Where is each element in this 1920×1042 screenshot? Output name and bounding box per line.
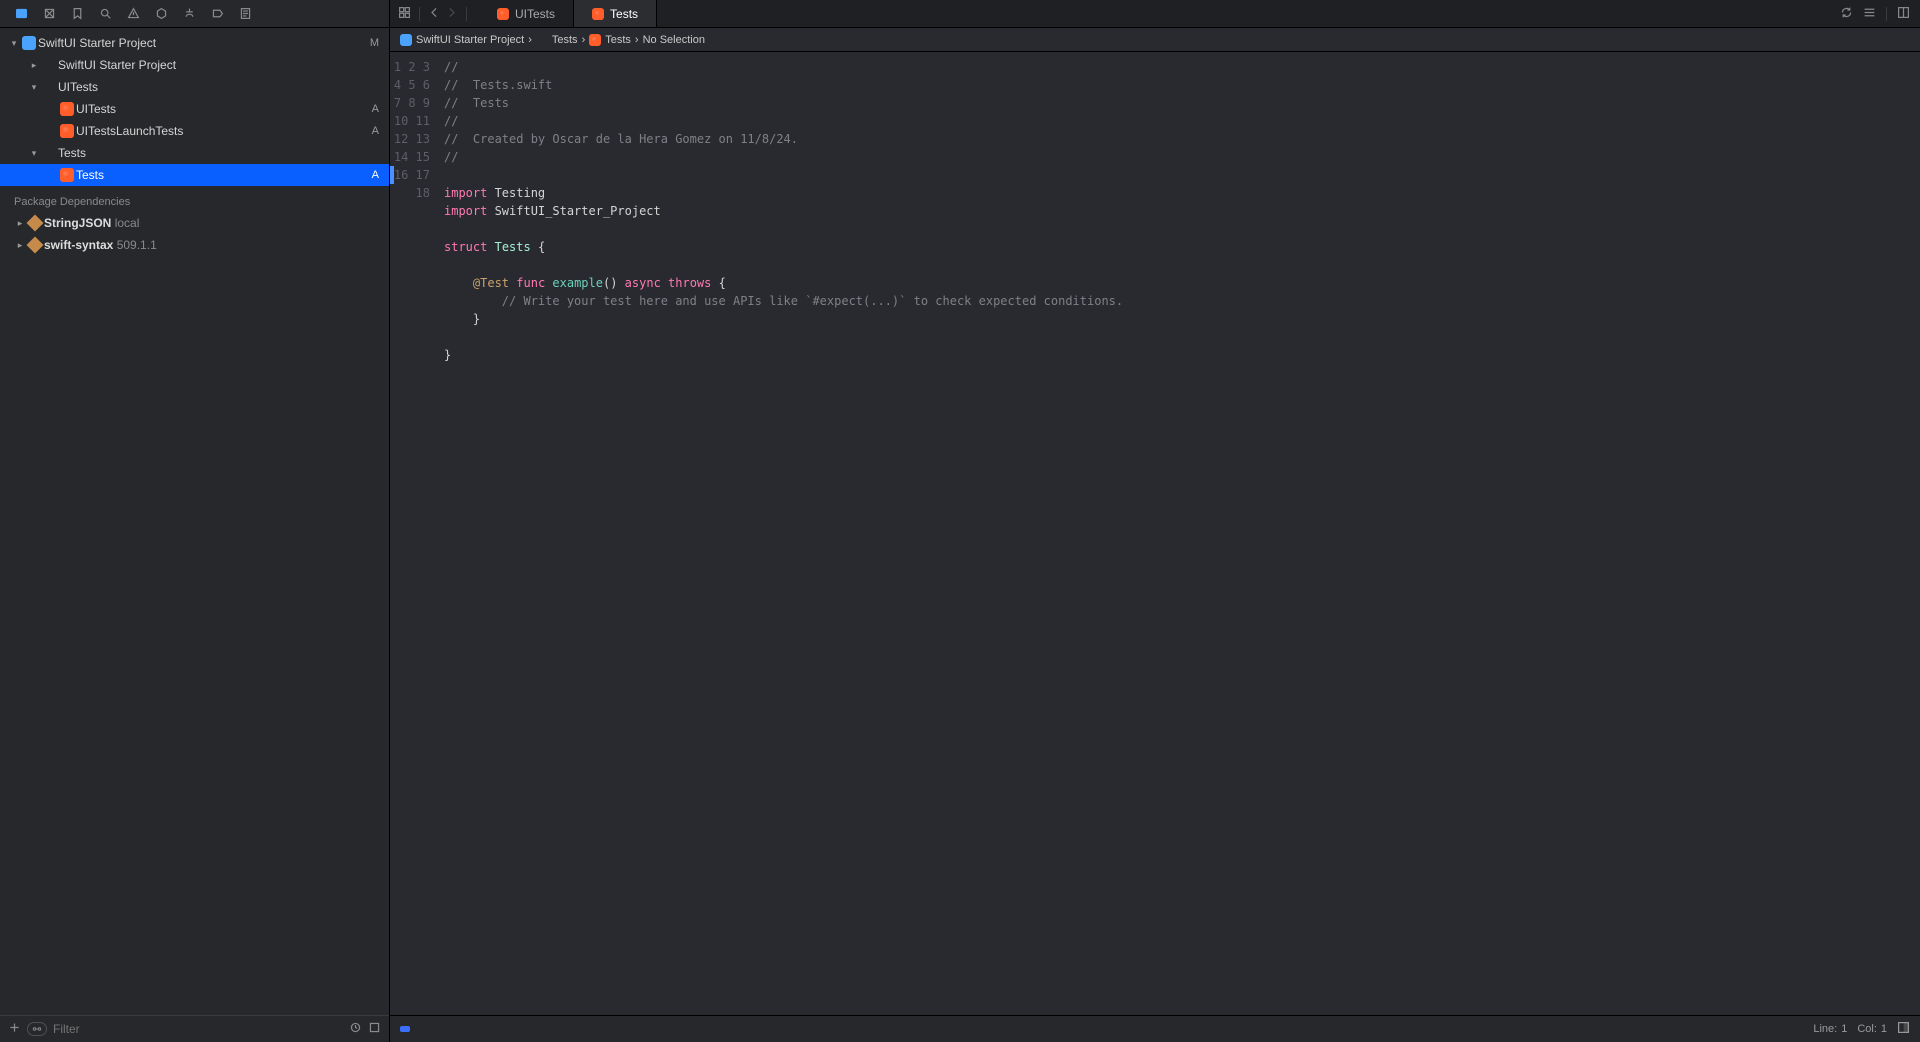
cursor-col-value: 1 bbox=[1881, 1023, 1887, 1035]
related-items-icon[interactable] bbox=[398, 6, 411, 22]
swift-file-icon bbox=[60, 124, 74, 138]
refresh-icon[interactable] bbox=[1840, 6, 1853, 22]
folder-row[interactable]: ▾ UITests bbox=[0, 76, 389, 98]
swift-file-icon bbox=[60, 168, 74, 182]
source-editor[interactable]: 1 2 3 4 5 6 7 8 9 10 11 12 13 14 15 16 1… bbox=[390, 52, 1920, 1015]
breadcrumb-item[interactable]: Tests bbox=[536, 34, 578, 46]
file-row[interactable]: UITests A bbox=[0, 98, 389, 120]
breadcrumb-item[interactable]: Tests bbox=[589, 34, 631, 46]
current-line-marker bbox=[390, 166, 394, 184]
folder-row[interactable]: ▾ Tests bbox=[0, 142, 389, 164]
swift-file-icon bbox=[592, 8, 604, 20]
navigator-sidebar: ▾ SwiftUI Starter Project M ▸ SwiftUI Starte… bbox=[0, 0, 390, 1042]
navigator-selector-bar bbox=[0, 0, 389, 28]
filter-input[interactable] bbox=[53, 1022, 343, 1036]
jump-bar[interactable]: SwiftUI Starter Project › Tests › Tests › No S… bbox=[390, 28, 1920, 52]
scm-filter-icon[interactable] bbox=[27, 1022, 47, 1036]
line-number-gutter: 1 2 3 4 5 6 7 8 9 10 11 12 13 14 15 16 1… bbox=[390, 52, 438, 1015]
package-icon bbox=[27, 215, 44, 232]
tab-bar: UITests Tests bbox=[390, 0, 1920, 28]
breadcrumb-label: No Selection bbox=[643, 34, 705, 46]
tree-item-label: UITestsLaunchTests bbox=[76, 124, 366, 138]
file-row[interactable]: Tests A bbox=[0, 164, 389, 186]
disclosure-icon[interactable]: ▾ bbox=[8, 38, 20, 49]
minimap-toggle-icon[interactable] bbox=[1897, 1021, 1910, 1037]
package-label: swift-syntax 509.1.1 bbox=[44, 238, 379, 252]
file-row[interactable]: UITestsLaunchTests A bbox=[0, 120, 389, 142]
editor-tab[interactable]: Tests bbox=[574, 0, 657, 27]
add-icon[interactable] bbox=[8, 1021, 21, 1037]
package-dependencies-header: Package Dependencies bbox=[0, 186, 389, 212]
chevron-right-icon: › bbox=[528, 34, 532, 46]
add-editor-icon[interactable] bbox=[1897, 6, 1910, 22]
bookmark-navigator-icon[interactable] bbox=[70, 7, 84, 21]
cursor-col-label: Col: bbox=[1857, 1023, 1877, 1035]
folder-icon bbox=[536, 35, 548, 45]
cursor-line-label: Line: bbox=[1813, 1023, 1837, 1035]
navigator-filter-bar bbox=[0, 1015, 389, 1042]
square-filter-icon[interactable] bbox=[368, 1021, 381, 1037]
folder-icon bbox=[42, 60, 56, 71]
breakpoint-navigator-icon[interactable] bbox=[210, 7, 224, 21]
folder-icon bbox=[42, 82, 56, 93]
issue-navigator-icon[interactable] bbox=[126, 7, 140, 21]
project-navigator-tree[interactable]: ▾ SwiftUI Starter Project M ▸ SwiftUI Starte… bbox=[0, 28, 389, 1015]
adjust-editor-icon[interactable] bbox=[1863, 6, 1876, 22]
tree-item-label: Tests bbox=[76, 168, 366, 182]
swift-file-icon bbox=[497, 8, 509, 20]
breadcrumb-label: SwiftUI Starter Project bbox=[416, 34, 524, 46]
chevron-right-icon: › bbox=[582, 34, 586, 46]
disclosure-icon[interactable]: ▾ bbox=[28, 148, 40, 159]
source-control-navigator-icon[interactable] bbox=[42, 7, 56, 21]
package-row[interactable]: ▸ StringJSON local bbox=[0, 212, 389, 234]
package-icon bbox=[27, 237, 44, 254]
chevron-right-icon: › bbox=[635, 34, 639, 46]
tree-item-label: UITests bbox=[76, 102, 366, 116]
disclosure-icon[interactable]: ▾ bbox=[28, 82, 40, 93]
find-navigator-icon[interactable] bbox=[98, 7, 112, 21]
back-icon[interactable] bbox=[428, 6, 441, 22]
package-row[interactable]: ▸ swift-syntax 509.1.1 bbox=[0, 234, 389, 256]
tab-label: Tests bbox=[610, 7, 638, 21]
tree-item-label: SwiftUI Starter Project bbox=[58, 58, 379, 72]
tree-item-label: Tests bbox=[58, 146, 379, 160]
disclosure-icon[interactable]: ▸ bbox=[28, 60, 40, 71]
report-navigator-icon[interactable] bbox=[238, 7, 252, 21]
cursor-line-value: 1 bbox=[1841, 1023, 1847, 1035]
status-bar: Line: 1 Col: 1 bbox=[390, 1015, 1920, 1042]
tab-label: UITests bbox=[515, 7, 555, 21]
scm-status-badge: A bbox=[372, 125, 379, 137]
breadcrumb-label: Tests bbox=[552, 34, 578, 46]
editor-area: UITests Tests SwiftUI Starter Project › Tes… bbox=[390, 0, 1920, 1042]
disclosure-icon[interactable]: ▸ bbox=[14, 240, 26, 251]
debug-navigator-icon[interactable] bbox=[182, 7, 196, 21]
code-content[interactable]: // // Tests.swift // Tests // // Created… bbox=[438, 52, 1920, 1015]
forward-icon[interactable] bbox=[445, 6, 458, 22]
breadcrumb-item[interactable]: SwiftUI Starter Project bbox=[400, 34, 524, 46]
breadcrumb-item[interactable]: No Selection bbox=[643, 34, 705, 46]
scm-status-badge: A bbox=[372, 169, 379, 181]
debug-indicator-icon[interactable] bbox=[400, 1026, 410, 1032]
project-icon bbox=[22, 36, 36, 50]
clock-filter-icon[interactable] bbox=[349, 1021, 362, 1037]
editor-tab[interactable]: UITests bbox=[479, 0, 574, 27]
project-root-label: SwiftUI Starter Project bbox=[38, 36, 364, 50]
disclosure-icon[interactable]: ▸ bbox=[14, 218, 26, 229]
swift-file-icon bbox=[589, 34, 601, 46]
project-navigator-icon[interactable] bbox=[14, 7, 28, 21]
package-label: StringJSON local bbox=[44, 216, 379, 230]
swift-file-icon bbox=[60, 102, 74, 116]
tree-item-label: UITests bbox=[58, 80, 379, 94]
project-icon bbox=[400, 34, 412, 46]
folder-icon bbox=[42, 148, 56, 159]
folder-row[interactable]: ▸ SwiftUI Starter Project bbox=[0, 54, 389, 76]
project-root-row[interactable]: ▾ SwiftUI Starter Project M bbox=[0, 32, 389, 54]
test-navigator-icon[interactable] bbox=[154, 7, 168, 21]
breadcrumb-label: Tests bbox=[605, 34, 631, 46]
scm-status-badge: A bbox=[372, 103, 379, 115]
scm-status-badge: M bbox=[370, 37, 379, 49]
